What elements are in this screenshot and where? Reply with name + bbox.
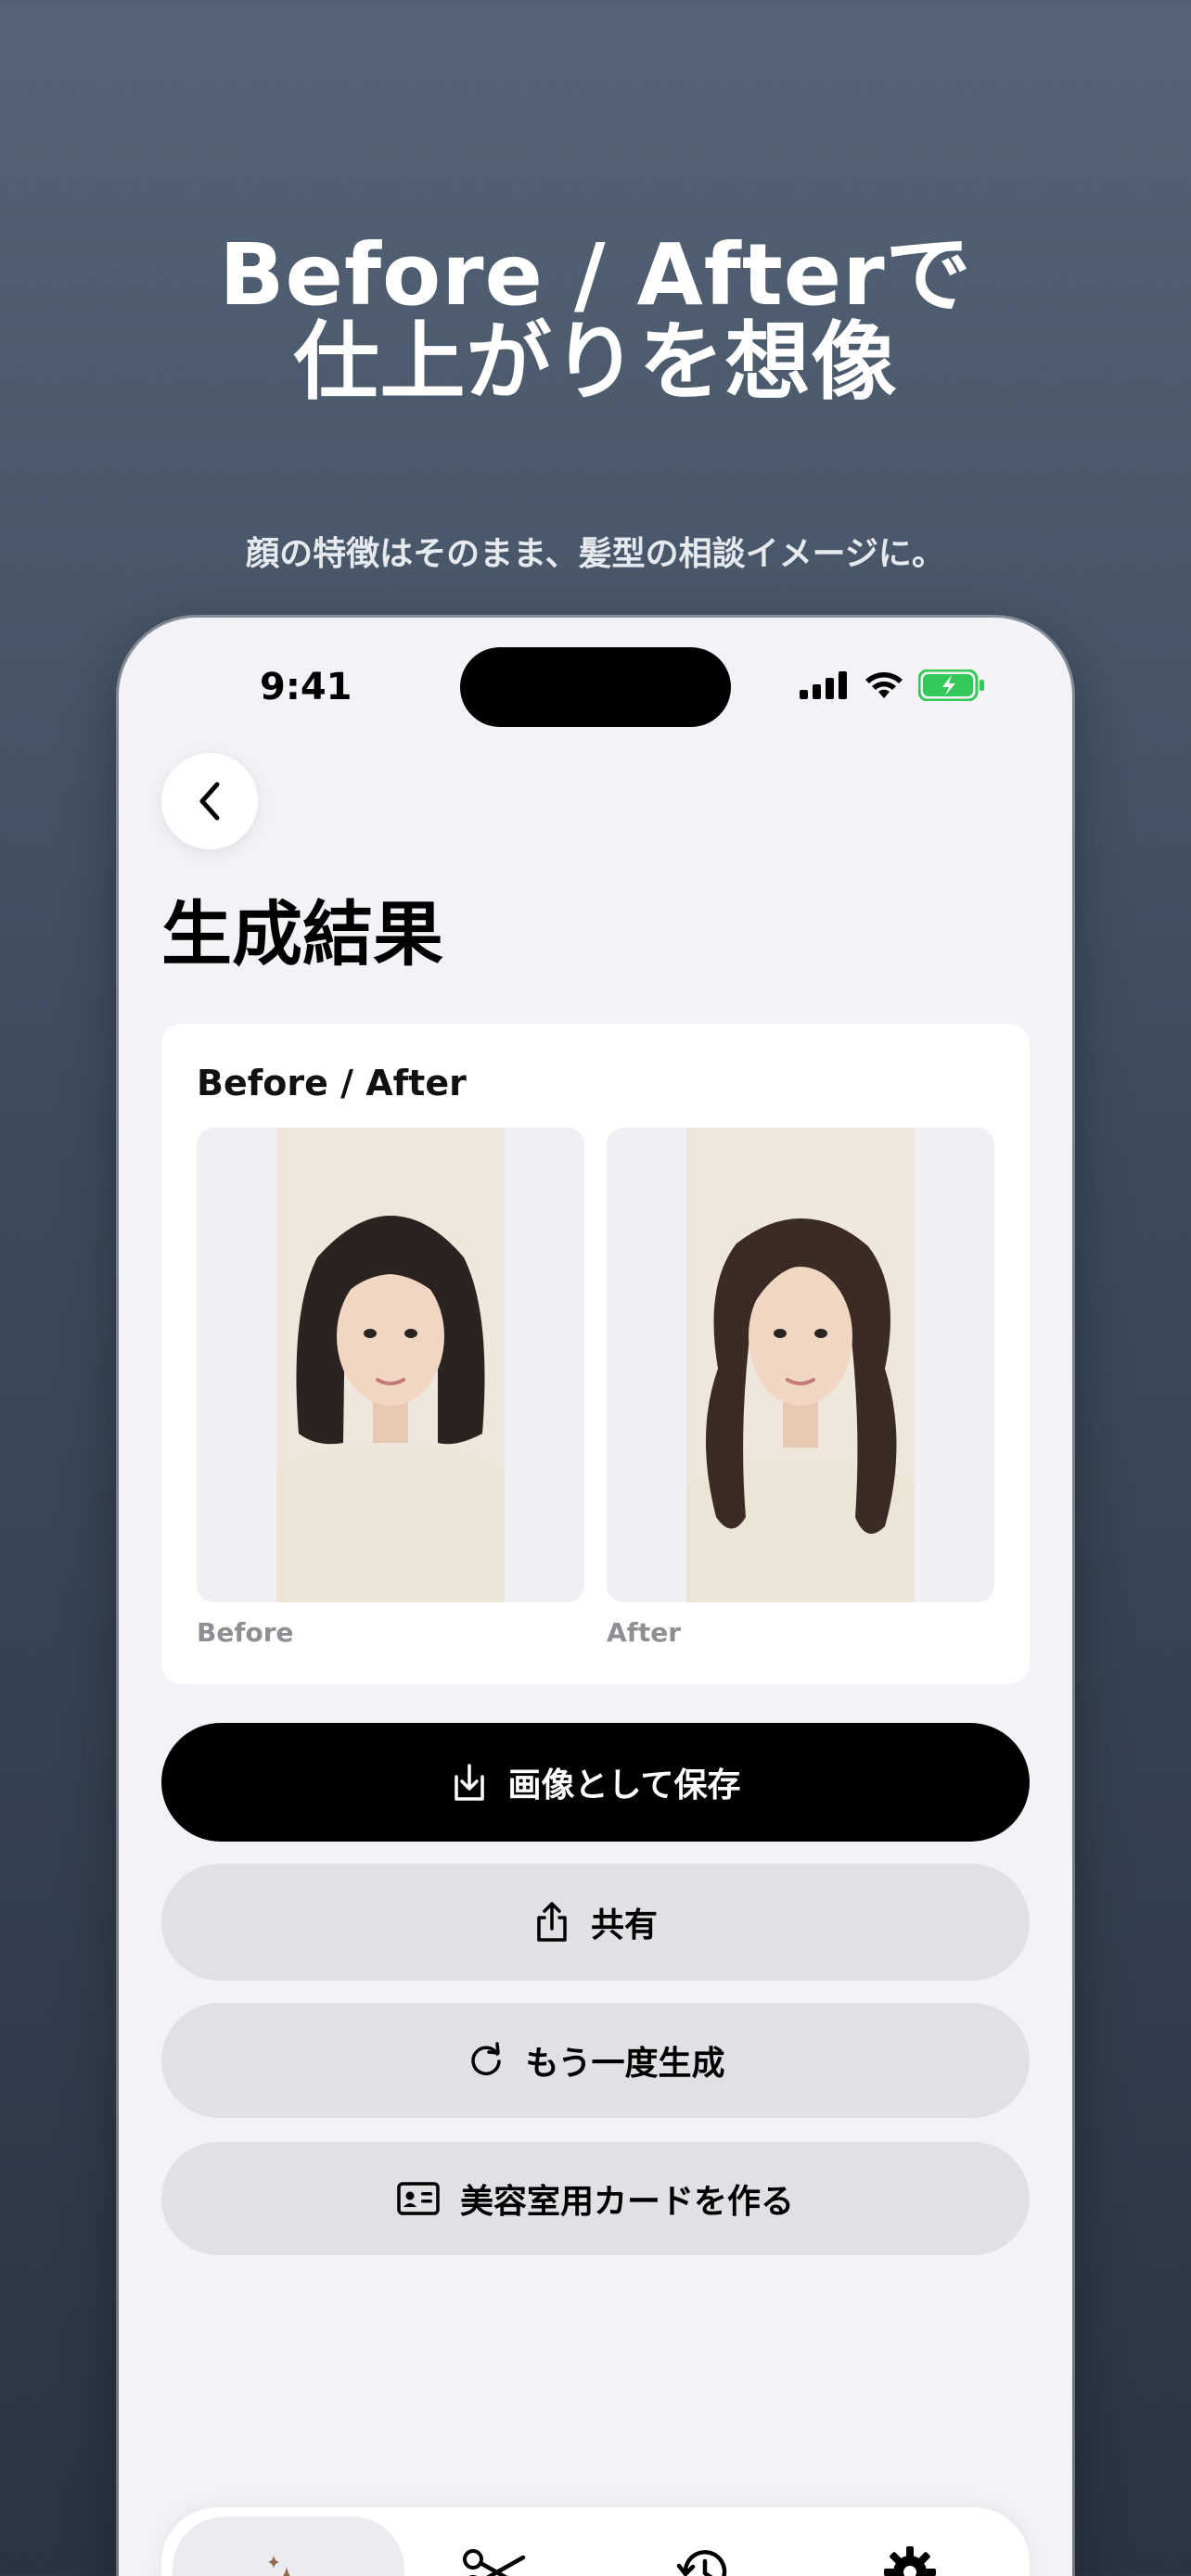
history-icon <box>676 2550 727 2576</box>
promo-headline-line1: Before / Afterで <box>219 225 972 325</box>
tab-settings[interactable] <box>801 2507 1018 2576</box>
download-icon <box>454 1764 484 1801</box>
promo-subheadline: 顔の特徴はそのまま、髪型の相談イメージに。 <box>246 535 945 573</box>
sparkles-icon <box>268 2556 290 2576</box>
page-title: 生成結果 <box>161 893 443 976</box>
status-icons <box>800 670 985 701</box>
phone-frame: 9:41 生成結果 Before / After Before After 画像… <box>119 618 1072 2576</box>
promo-headline: Before / Afterで 仕上がりを想像 <box>0 232 1191 406</box>
scissors-icon <box>463 2549 526 2576</box>
dynamic-island <box>460 647 731 727</box>
tab-bar <box>161 2507 1030 2576</box>
after-portrait-image <box>686 1128 915 1602</box>
promo-headline-line2: 仕上がりを想像 <box>293 312 898 412</box>
regenerate-label: もう一度生成 <box>525 2045 725 2083</box>
refresh-icon <box>470 2042 501 2075</box>
cellular-signal-icon <box>800 671 847 699</box>
salon-card-button[interactable]: 美容室用カードを作る <box>161 2142 1030 2255</box>
before-portrait-image <box>276 1128 505 1602</box>
regenerate-button[interactable]: もう一度生成 <box>161 2003 1030 2118</box>
card-title: Before / After <box>197 1063 467 1103</box>
share-button[interactable]: 共有 <box>161 1864 1030 1981</box>
tab-history[interactable] <box>596 2507 813 2576</box>
after-photo[interactable] <box>607 1128 994 1602</box>
chevron-left-icon <box>199 782 220 821</box>
status-time: 9:41 <box>260 666 352 708</box>
salon-card-label: 美容室用カードを作る <box>459 2183 794 2221</box>
back-button[interactable] <box>161 753 258 849</box>
id-card-icon <box>397 2182 440 2215</box>
gear-icon <box>884 2546 936 2576</box>
share-icon <box>537 1902 567 1942</box>
after-caption: After <box>607 1617 682 1648</box>
save-image-button[interactable]: 画像として保存 <box>161 1723 1030 1842</box>
before-caption: Before <box>197 1617 294 1648</box>
tab-styles[interactable] <box>386 2507 603 2576</box>
save-image-label: 画像として保存 <box>507 1766 741 1804</box>
wifi-icon <box>865 672 903 698</box>
battery-charging-icon <box>918 670 984 701</box>
before-after-card: Before / After Before After <box>161 1024 1030 1684</box>
share-label: 共有 <box>590 1906 658 1945</box>
tab-generate[interactable] <box>173 2517 404 2576</box>
before-photo[interactable] <box>197 1128 584 1602</box>
